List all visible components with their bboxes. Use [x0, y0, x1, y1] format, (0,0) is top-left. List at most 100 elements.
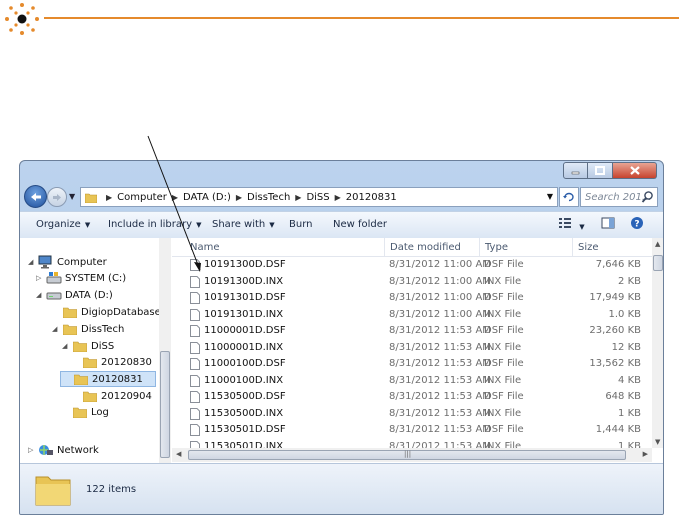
- column-header-name[interactable]: Name: [190, 242, 220, 253]
- file-icon: [190, 407, 200, 420]
- folder-icon: [83, 357, 97, 368]
- view-options-button[interactable]: ▼: [558, 217, 585, 232]
- navigation-scrollbar[interactable]: [159, 238, 171, 463]
- organize-menu[interactable]: Organize ▼: [36, 219, 90, 230]
- file-type: DSF File: [484, 325, 524, 336]
- new-folder-button[interactable]: New folder: [333, 219, 387, 230]
- maximize-button[interactable]: [588, 162, 613, 179]
- file-type: INX File: [484, 407, 522, 419]
- help-button[interactable]: ?: [630, 216, 644, 233]
- column-header-type[interactable]: Type: [485, 242, 508, 253]
- breadcrumb-item[interactable]: 20120831: [346, 192, 397, 203]
- tree-item-network[interactable]: ▷ Network: [28, 442, 99, 458]
- chevron-down-icon: ▼: [196, 221, 202, 229]
- expand-arrow-icon[interactable]: ◢: [36, 291, 44, 299]
- file-name: 11000001D.DSF: [204, 325, 286, 336]
- preview-pane-icon: [601, 217, 615, 229]
- chevron-down-icon: ▼: [269, 221, 275, 229]
- file-icon: [190, 391, 200, 403]
- expand-arrow-icon[interactable]: ▷: [36, 274, 44, 282]
- file-date: 8/31/2012 11:00 AM: [389, 292, 491, 303]
- file-type: DSF File: [484, 424, 524, 435]
- include-in-library-menu[interactable]: Include in library ▼: [108, 219, 201, 230]
- table-row[interactable]: 11000100D.DSF 8/31/2012 11:53 AM DSF File 1…: [172, 356, 652, 373]
- tree-item-label: DATA (D:): [65, 289, 113, 301]
- file-name: 11000001D.INX: [204, 341, 284, 353]
- file-size: 7,646 KB: [595, 259, 641, 270]
- tree-item-label: DigiopDatabase: [81, 306, 161, 318]
- tree-item-label: SYSTEM (C:): [65, 272, 127, 284]
- tree-item-computer[interactable]: ◢ Computer: [28, 254, 107, 270]
- tree-item-system-drive[interactable]: ▷ SYSTEM (C:): [36, 270, 126, 286]
- burn-button[interactable]: Burn: [289, 219, 312, 230]
- file-size: 23,260 KB: [589, 325, 641, 336]
- file-icon: [190, 308, 200, 321]
- file-name: 11530500D.INX: [204, 407, 284, 419]
- help-icon: ?: [631, 217, 643, 230]
- back-button[interactable]: [24, 185, 47, 208]
- tree-item-diss[interactable]: ◢ DiSS: [62, 338, 114, 354]
- table-row[interactable]: 11530500D.DSF 8/31/2012 11:53 AM DSF File 6…: [172, 389, 652, 406]
- file-size: 4 KB: [618, 374, 641, 386]
- table-row[interactable]: 10191301D.INX 8/31/2012 11:00 AM INX File 1…: [172, 307, 652, 324]
- share-with-menu[interactable]: Share with ▼: [212, 219, 275, 230]
- table-row[interactable]: 10191300D.DSF 8/31/2012 11:00 AM DSF File 7…: [172, 257, 652, 274]
- sort-ascending-icon: ^: [282, 238, 288, 243]
- chevron-right-icon: ▶: [106, 192, 113, 202]
- preview-pane-button[interactable]: [601, 217, 615, 232]
- table-row[interactable]: 11530501D.DSF 8/31/2012 11:53 AM DSF File 1…: [172, 422, 652, 439]
- table-row[interactable]: 10191300D.INX 8/31/2012 11:00 AM INX File 2…: [172, 274, 652, 291]
- file-name: 11530501D.DSF: [204, 424, 286, 435]
- address-bar[interactable]: ▶ Computer ▶ DATA (D:) ▶ DissTech ▶ DiSS…: [80, 187, 558, 207]
- scrollbar-thumb[interactable]: [653, 255, 663, 271]
- breadcrumb-item[interactable]: DissTech: [247, 192, 290, 203]
- chevron-down-icon: ▼: [579, 223, 585, 231]
- file-date: 8/31/2012 11:53 AM: [389, 358, 491, 369]
- burn-label: Burn: [289, 219, 313, 230]
- tree-item-disstech[interactable]: ◢ DissTech: [52, 321, 124, 337]
- scrollbar-thumb[interactable]: [160, 351, 170, 458]
- item-count: 122 items: [86, 484, 137, 495]
- scroll-up-icon[interactable]: ▲: [655, 240, 660, 248]
- column-header-date[interactable]: Date modified: [390, 242, 461, 253]
- file-date: 8/31/2012 11:00 AM: [389, 259, 491, 270]
- table-row[interactable]: 10191301D.DSF 8/31/2012 11:00 AM DSF File 1…: [172, 290, 652, 307]
- expand-arrow-icon[interactable]: ◢: [28, 258, 36, 266]
- tree-item-data-drive[interactable]: ◢ DATA (D:): [36, 287, 113, 303]
- search-input[interactable]: Search 201...: [580, 187, 658, 207]
- expand-arrow-icon[interactable]: ◢: [62, 342, 70, 350]
- sunburst-logo-icon: [5, 3, 39, 35]
- details-pane: 122 items: [20, 463, 663, 514]
- breadcrumb-item[interactable]: DiSS: [306, 192, 329, 203]
- scroll-right-icon[interactable]: ▶: [643, 450, 648, 458]
- chevron-down-icon[interactable]: ▼: [547, 192, 553, 201]
- tree-item-20120904[interactable]: 20120904: [72, 388, 152, 404]
- folder-icon: [35, 476, 71, 506]
- file-list-vertical-scrollbar[interactable]: ▲ ▼: [652, 238, 663, 448]
- scroll-left-icon[interactable]: ◀: [176, 450, 181, 458]
- table-row[interactable]: 11000001D.DSF 8/31/2012 11:53 AM DSF File 2…: [172, 323, 652, 340]
- minimize-button[interactable]: [563, 162, 588, 179]
- breadcrumb-item[interactable]: Computer: [117, 192, 167, 203]
- column-header-size[interactable]: Size: [578, 242, 599, 253]
- expand-arrow-icon[interactable]: ◢: [52, 325, 60, 333]
- table-row[interactable]: 11000001D.INX 8/31/2012 11:53 AM INX File 1…: [172, 340, 652, 357]
- table-row[interactable]: 11000100D.INX 8/31/2012 11:53 AM INX File 4…: [172, 373, 652, 390]
- forward-arrow-icon: [53, 193, 61, 201]
- tree-item-log[interactable]: Log: [62, 404, 109, 420]
- folder-icon: [83, 391, 97, 402]
- tree-item-20120831[interactable]: 20120831: [60, 371, 156, 387]
- recent-pages-dropdown[interactable]: ▼: [69, 192, 75, 201]
- chevron-right-icon: ▶: [235, 192, 242, 202]
- close-button[interactable]: [613, 162, 657, 179]
- tree-item-20120830[interactable]: 20120830: [72, 354, 152, 370]
- forward-button[interactable]: [47, 187, 67, 207]
- expand-arrow-icon[interactable]: ▷: [28, 446, 36, 454]
- breadcrumb-item[interactable]: DATA (D:): [183, 192, 231, 203]
- tree-item-digiopdatabase[interactable]: DigiopDatabase: [52, 304, 161, 320]
- scroll-down-icon[interactable]: ▼: [655, 438, 660, 446]
- command-bar: Organize ▼ Include in library ▼ Share with…: [20, 211, 663, 239]
- refresh-button[interactable]: [559, 187, 579, 207]
- table-row[interactable]: 11530500D.INX 8/31/2012 11:53 AM INX File 1…: [172, 406, 652, 423]
- file-list-horizontal-scrollbar[interactable]: ◀ ||| ▶: [172, 448, 652, 462]
